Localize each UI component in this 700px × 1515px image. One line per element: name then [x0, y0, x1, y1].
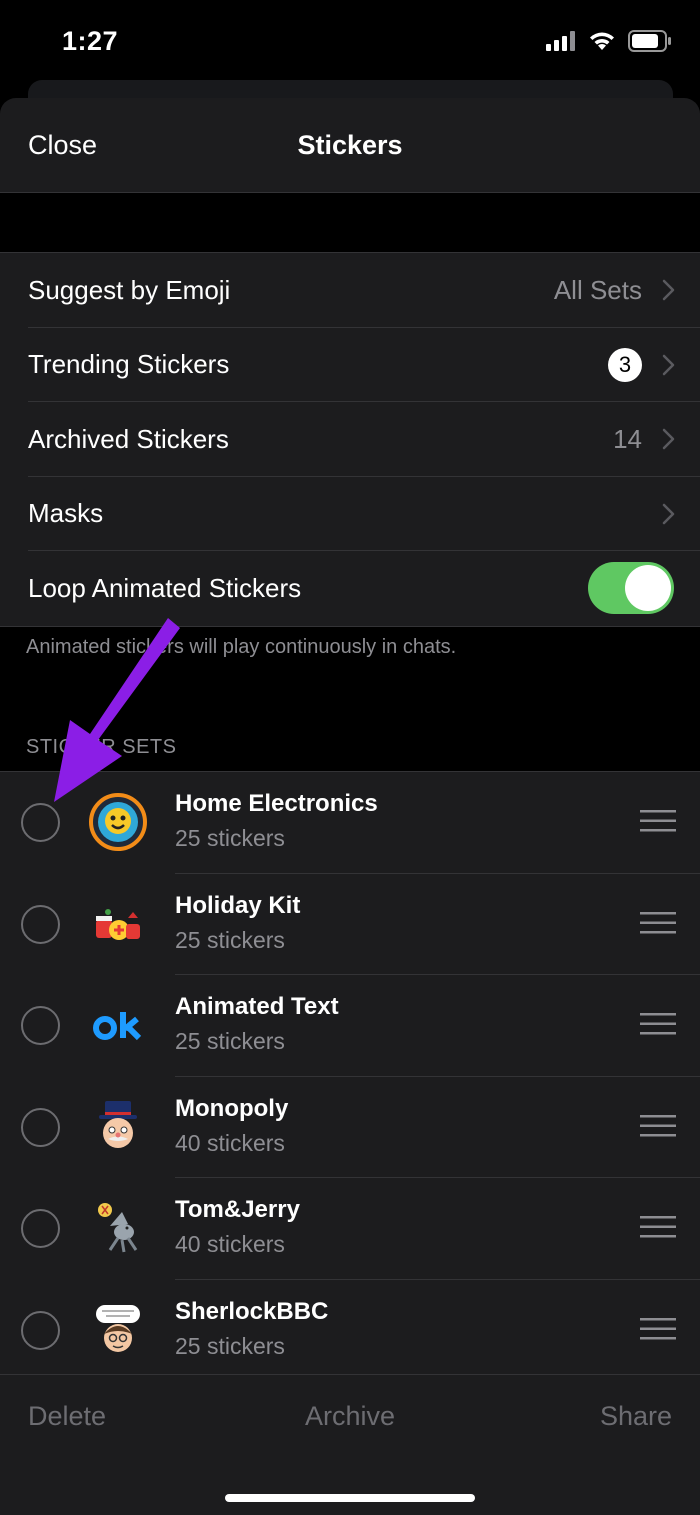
archive-button[interactable]: Archive [0, 1401, 700, 1432]
archived-stickers-label: Archived Stickers [28, 423, 229, 454]
masks-label: Masks [28, 498, 104, 529]
sticker-set-name: Home Electronics [175, 790, 378, 817]
sticker-sets-list: Home Electronics 25 stickers Holiday Kit… [0, 771, 700, 1381]
archived-stickers-count: 14 [613, 423, 642, 454]
reorder-handle-icon[interactable] [640, 1317, 676, 1340]
reorder-handle-icon[interactable] [640, 1114, 676, 1137]
navigation-bar: Close Stickers [0, 98, 700, 193]
loop-animated-toggle[interactable] [588, 562, 674, 615]
share-button[interactable]: Share [600, 1401, 672, 1432]
chevron-right-icon [662, 429, 675, 450]
chevron-right-icon [662, 280, 675, 301]
cellular-signal-icon [546, 31, 575, 51]
toggle-knob [625, 565, 671, 612]
status-bar: 1:27 [0, 0, 700, 80]
sticker-set-name: Monopoly [175, 1094, 289, 1122]
sticker-set-count: 40 stickers [175, 1231, 285, 1257]
select-radio[interactable] [21, 1209, 60, 1248]
select-radio[interactable] [21, 1107, 60, 1147]
sherlock-bbc-sticker-thumbnail [96, 1304, 140, 1352]
sticker-set-count: 40 stickers [175, 1129, 285, 1156]
trending-count-badge: 3 [608, 347, 642, 382]
sticker-set-name: Tom&Jerry [175, 1196, 300, 1223]
animated-text-ok-sticker-thumbnail [93, 1012, 142, 1041]
sticker-set-row[interactable]: Animated Text 25 stickers [0, 975, 700, 1077]
holiday-kit-sticker-thumbnail [96, 908, 140, 940]
select-radio[interactable] [21, 1006, 60, 1045]
reorder-handle-icon[interactable] [640, 1013, 676, 1035]
trending-stickers-label: Trending Stickers [28, 349, 230, 380]
loop-animated-stickers-label: Loop Animated Stickers [28, 572, 302, 603]
sticker-set-name: Holiday Kit [175, 891, 301, 919]
status-time: 1:27 [62, 26, 119, 56]
reorder-handle-icon[interactable] [640, 911, 676, 934]
home-indicator [225, 1494, 475, 1502]
wifi-icon [590, 32, 614, 50]
battery-icon [628, 30, 671, 52]
trending-stickers-row[interactable]: Trending Stickers 3 [0, 328, 700, 402]
sticker-set-row[interactable]: Monopoly 40 stickers [0, 1077, 700, 1178]
sticker-set-count: 25 stickers [175, 926, 285, 953]
annotation-arrow-icon [54, 618, 180, 802]
sticker-set-count: 25 stickers [175, 1332, 285, 1359]
select-radio[interactable] [21, 904, 60, 944]
sticker-set-row[interactable]: Holiday Kit 25 stickers [0, 874, 700, 975]
suggest-by-emoji-label: Suggest by Emoji [28, 274, 231, 305]
sticker-set-name: Animated Text [175, 993, 339, 1020]
page-title: Stickers [297, 130, 403, 160]
suggest-by-emoji-row[interactable]: Suggest by Emoji All Sets [0, 253, 700, 328]
status-icons [546, 30, 672, 52]
reorder-handle-icon[interactable] [640, 810, 676, 832]
masks-row[interactable]: Masks [0, 477, 700, 551]
chevron-right-icon [662, 503, 675, 524]
sticker-set-name: SherlockBBC [175, 1297, 329, 1325]
reorder-handle-icon[interactable] [640, 1216, 676, 1238]
sticker-set-row[interactable]: SherlockBBC 25 stickers [0, 1280, 700, 1382]
sticker-set-count: 25 stickers [175, 1028, 285, 1054]
sticker-set-count: 25 stickers [175, 825, 285, 851]
settings-group: Suggest by Emoji All Sets Trending Stick… [0, 252, 700, 627]
archived-stickers-row[interactable]: Archived Stickers 14 [0, 402, 700, 477]
select-radio[interactable] [21, 1310, 60, 1350]
chevron-right-icon [662, 354, 675, 375]
tom-and-jerry-sticker-thumbnail [98, 1203, 138, 1253]
monopoly-sticker-thumbnail [99, 1100, 137, 1148]
sticker-set-row[interactable]: Tom&Jerry 40 stickers [0, 1178, 700, 1280]
suggest-by-emoji-value: All Sets [553, 274, 642, 305]
